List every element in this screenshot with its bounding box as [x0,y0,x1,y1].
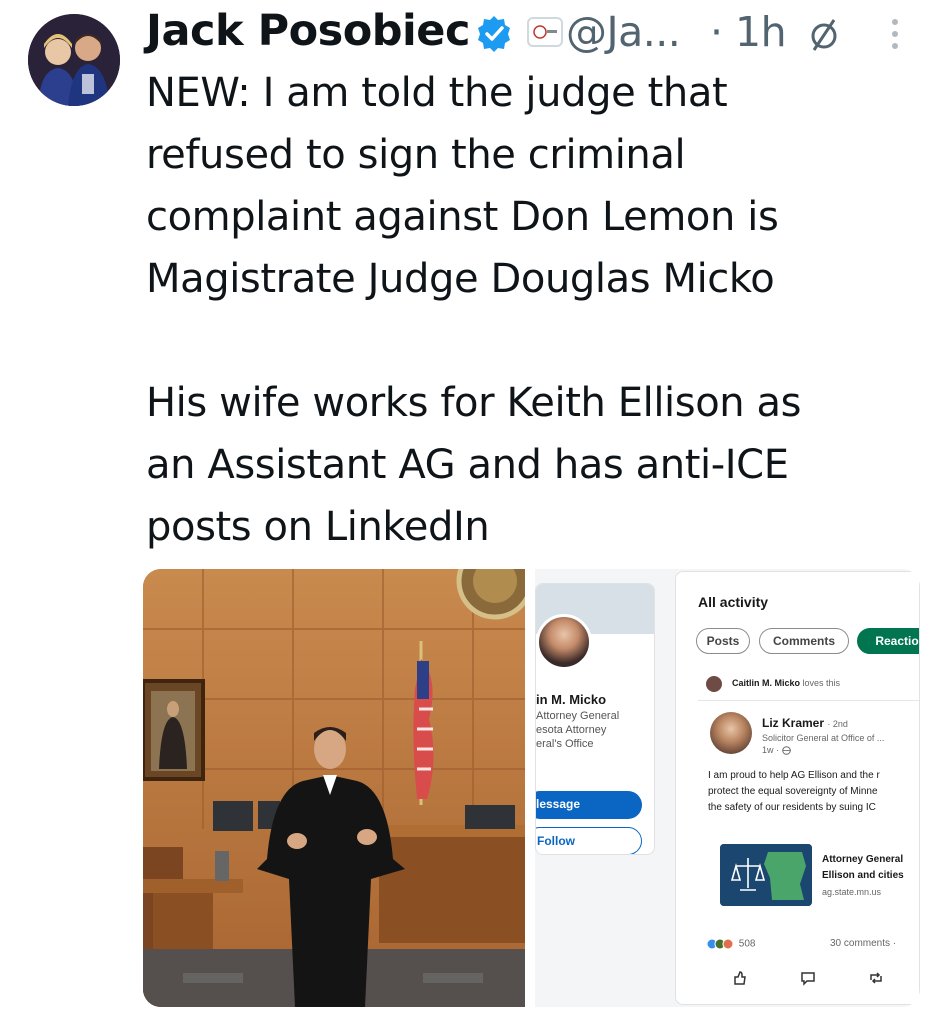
author-handle[interactable]: @Ja... [566,8,681,56]
loves-name[interactable]: Caitlin M. Micko [732,678,800,688]
tab-posts[interactable]: Posts [696,628,750,654]
repost-icon[interactable] [868,970,884,986]
linkedin-profile-card: in M. Micko Attorney General esota Attor… [535,583,655,855]
post-line-3: the safety of our residents by suing IC [708,802,876,813]
divider [698,700,919,701]
poster-time: 1w · [762,745,780,755]
post-line-1: I am proud to help AG Ellison and the r [708,770,880,781]
separator-dot: · [710,8,724,56]
author-avatar[interactable] [28,14,120,106]
globe-icon [781,746,791,755]
post-body: I am proud to help AG Ellison and the r … [708,768,919,816]
affiliation-badge-icon[interactable] [527,17,563,47]
edit-off-icon [811,19,837,51]
loves-text: loves this [802,678,841,688]
loves-line: Caitlin M. Micko loves this [732,678,840,688]
reactions-summary[interactable]: 508 [706,938,755,950]
caitlin-avatar [706,676,722,692]
link-title-line-2: Ellison and cities [822,870,904,881]
tweet-paragraph-1: NEW: I am told the judge that refused to… [146,70,779,302]
author-name[interactable]: Jack Posobiec [146,6,470,56]
profile-name: in M. Micko [536,692,607,707]
link-title-line-1: Attorney General [822,854,904,865]
tab-comments[interactable]: Comments [759,628,849,654]
linkedin-activity-card: All activity Posts Comments Reactio Cait… [675,571,920,1005]
poster-avatar[interactable] [710,712,752,754]
profile-headline-2: esota Attorney [536,724,607,736]
message-button[interactable]: lessage [536,791,642,819]
reaction-count: 508 [738,938,756,950]
tab-reactions[interactable]: Reactio [857,628,919,654]
more-options-icon[interactable] [888,14,902,54]
tweet-media[interactable]: in M. Micko Attorney General esota Attor… [143,569,920,1007]
like-icon[interactable] [732,970,748,986]
profile-headline-1: Attorney General [536,710,620,722]
follow-button[interactable]: Follow [536,827,642,854]
post-line-2: protect the equal sovereignty of Minne [708,786,878,797]
poster-name-line[interactable]: Liz Kramer · 2nd [762,716,848,730]
profile-headline-3: eral's Office [536,738,594,750]
courtroom-photo[interactable] [143,569,525,1007]
tweet-paragraph-2: His wife works for Keith Ellison as an A… [146,380,802,550]
post-time[interactable]: 1h [735,8,787,56]
link-title[interactable]: Attorney General Ellison and cities [822,852,904,884]
poster-degree: · 2nd [827,719,848,729]
reaction-icons [706,938,734,950]
linkedin-screenshot[interactable]: in M. Micko Attorney General esota Attor… [535,569,920,1007]
activity-title: All activity [698,594,769,610]
tweet-body: NEW: I am told the judge that refused to… [146,62,926,558]
poster-role: Solicitor General at Office of ... [762,733,885,743]
link-preview-card[interactable]: Attorney General Ellison and cities ag.s… [718,838,919,910]
profile-avatar [536,614,592,670]
link-thumbnail [720,844,812,906]
comment-icon[interactable] [800,970,816,986]
comments-count[interactable]: 30 comments · [830,938,896,949]
verified-badge-icon [478,16,510,52]
poster-name[interactable]: Liz Kramer [762,716,824,730]
link-url: ag.state.mn.us [822,887,882,897]
poster-time-line: 1w · [762,745,791,755]
